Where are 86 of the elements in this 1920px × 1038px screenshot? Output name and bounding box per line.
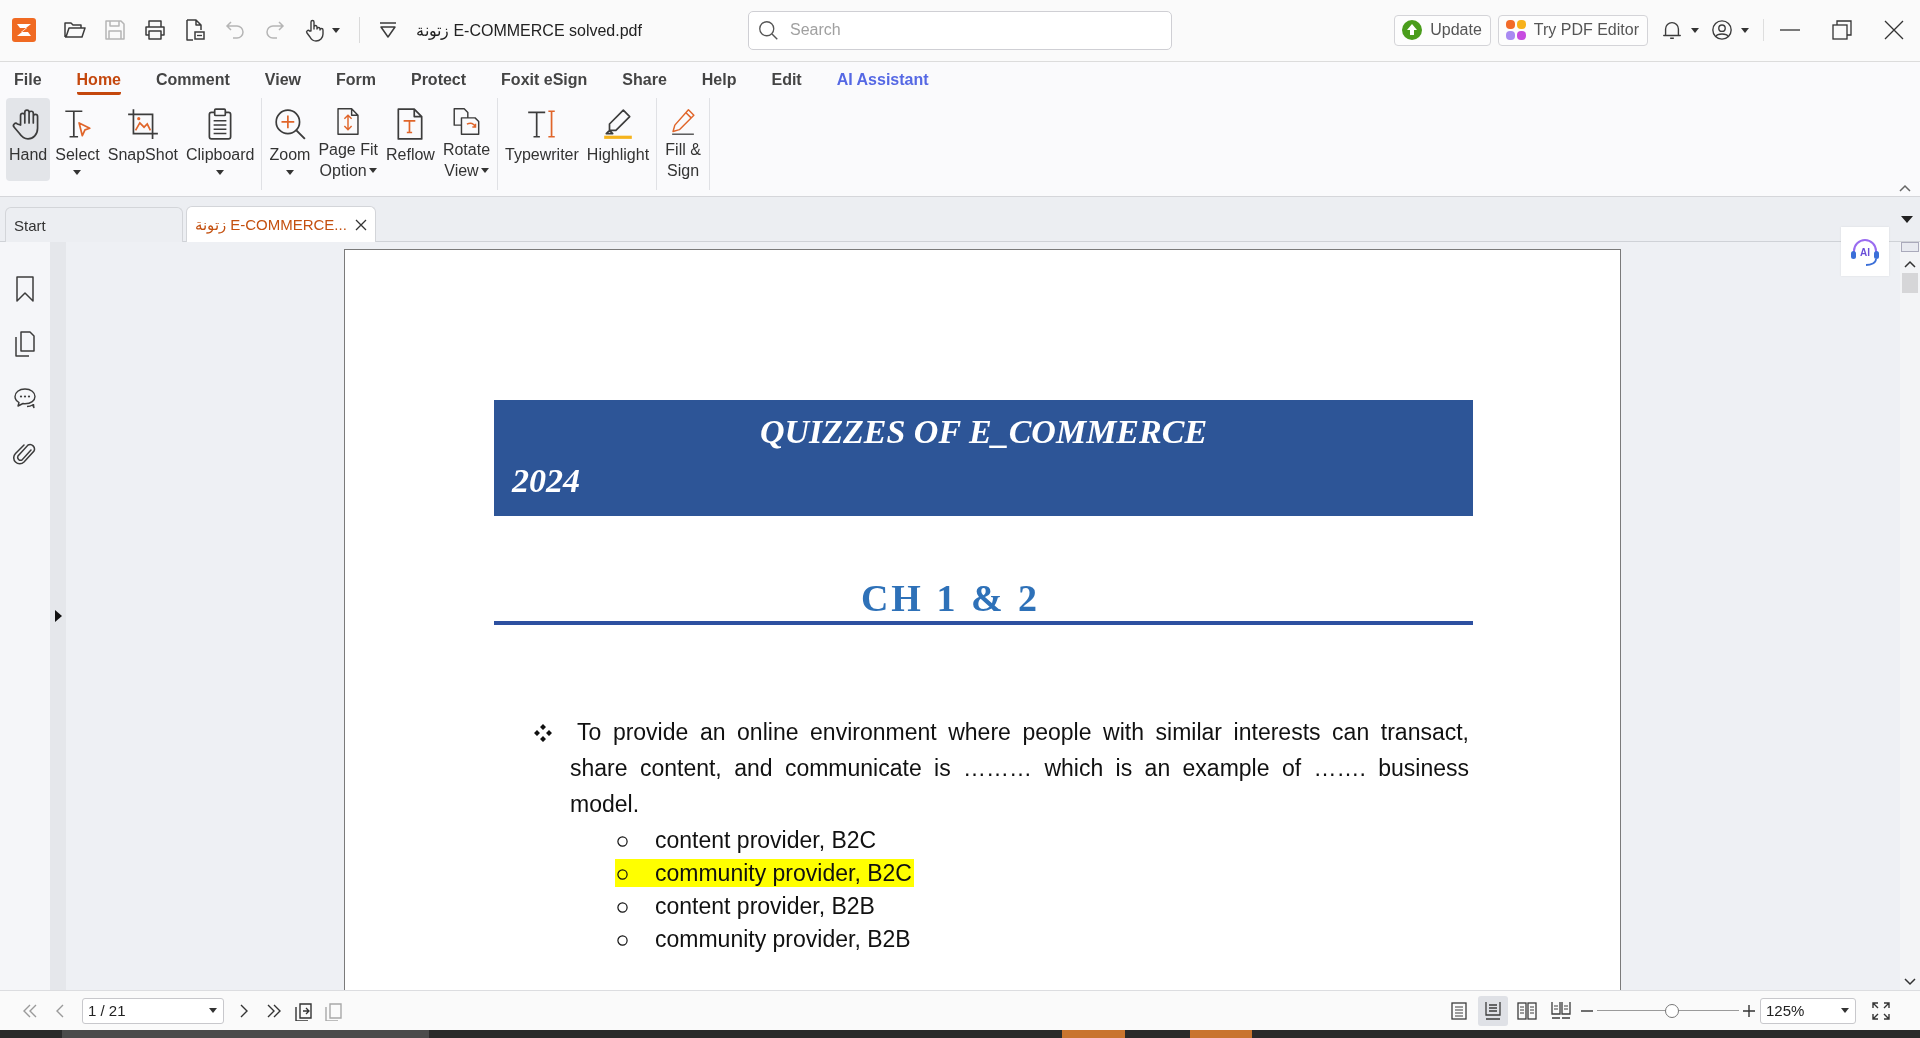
- circle-bullet-icon: [617, 868, 628, 880]
- expand-arrows-icon: [1872, 1001, 1890, 1020]
- plus-icon: [1743, 1004, 1755, 1017]
- document-tab[interactable]: Start: [5, 207, 183, 243]
- ribbon-tool-button[interactable]: Reflow: [383, 97, 438, 181]
- circle-bullet-icon: [617, 835, 628, 847]
- double-chevron-left-icon: [22, 1002, 38, 1019]
- ribbon-tool-button[interactable]: Rotate View: [439, 97, 494, 181]
- question-text: To provide an online environment where people with similar interests can transact, share content, and communicate is ……… which is an example of ……. business model.: [570, 718, 1469, 820]
- scrollbar-thumb[interactable]: [1902, 273, 1918, 294]
- document-icon: [183, 18, 207, 43]
- facing-pages-icon: [1517, 1000, 1537, 1021]
- restore-icon: [1832, 20, 1852, 41]
- headset-icon: [1849, 236, 1881, 267]
- ribbon-tool-button[interactable]: SnapShot: [104, 97, 181, 181]
- banner-year: 2024: [512, 461, 580, 502]
- menu-tab[interactable]: Form: [335, 61, 376, 95]
- try-editor-button[interactable]: Try PDF Editor: [1497, 14, 1648, 46]
- four-petal-icon: [1505, 20, 1526, 41]
- ribbon-tool-button[interactable]: Highlight: [583, 97, 653, 181]
- continuous-facing-icon: [1551, 1000, 1571, 1021]
- ai-assistant-button[interactable]: AI: [1841, 227, 1889, 276]
- scroll-up-icon[interactable]: [1904, 260, 1916, 269]
- ribbon-tool-button[interactable]: Zoom: [266, 97, 314, 181]
- menu-tab[interactable]: Help: [701, 61, 737, 95]
- document-tab[interactable]: زتونة E-COMMERCE...: [186, 206, 376, 243]
- zoom-in-icon: [272, 106, 307, 141]
- continuous-page-icon: [1483, 1000, 1503, 1021]
- zoom-slider-thumb[interactable]: [1665, 1003, 1680, 1018]
- menu-tab[interactable]: Foxit eSign: [501, 61, 588, 95]
- expand-panel-icon[interactable]: [54, 610, 62, 623]
- circle-bullet-icon: [617, 901, 628, 913]
- snapshot-icon: [125, 106, 160, 141]
- bell-icon: [1661, 19, 1683, 42]
- ribbon-tool-button[interactable]: Select: [52, 97, 103, 181]
- ribbon-tool-button[interactable]: Fill & Sign: [661, 97, 706, 181]
- zoom-field[interactable]: 125%: [1760, 997, 1856, 1024]
- caret-down-icon: [1841, 1008, 1849, 1014]
- option-text: community provider, B2B: [655, 925, 911, 953]
- user-icon: [1711, 19, 1733, 42]
- caret-down-icon: [331, 27, 340, 33]
- scroll-down-icon[interactable]: [1904, 978, 1916, 987]
- vertical-scrollbar[interactable]: [1900, 242, 1920, 991]
- page-number-field[interactable]: 1 / 21: [82, 997, 224, 1024]
- option-text: content provider, B2C: [655, 826, 877, 854]
- stacked-pages-icon: [324, 1000, 344, 1021]
- menu-tab[interactable]: Comment: [156, 61, 230, 95]
- ribbon-tool-button[interactable]: Typewriter: [502, 97, 582, 181]
- menu-tab[interactable]: Protect: [410, 61, 467, 95]
- caret-down-icon: [209, 1008, 217, 1014]
- pages-icon: [13, 331, 37, 358]
- printer-icon: [143, 18, 167, 43]
- ribbon-tool-button[interactable]: Clipboard: [183, 97, 258, 181]
- minimize-icon: [1780, 29, 1800, 32]
- split-handle[interactable]: [1901, 242, 1919, 253]
- zoom-in-button[interactable]: [1742, 1003, 1756, 1018]
- update-button[interactable]: Update: [1394, 14, 1491, 46]
- close-tab-icon[interactable]: [354, 218, 367, 231]
- caret-down-icon: [1741, 27, 1749, 33]
- menu-tab[interactable]: Share: [622, 61, 667, 95]
- caret-down-icon: [1691, 27, 1699, 33]
- ai-assistant-tab[interactable]: AI Assistant: [836, 61, 929, 95]
- view-mode-button[interactable]: [1478, 995, 1508, 1026]
- collapse-ribbon-icon[interactable]: [1899, 184, 1911, 193]
- ribbon-tool-button[interactable]: Page Fit Option: [315, 97, 381, 181]
- menu-tab[interactable]: File: [14, 61, 42, 95]
- window-title: زتونة E-COMMERCE solved.pdf: [416, 20, 642, 40]
- search-field[interactable]: Search: [748, 10, 1172, 50]
- close-icon: [1884, 20, 1904, 41]
- menu-tab[interactable]: Edit: [771, 61, 802, 95]
- diamond-bullet-icon: [534, 724, 552, 743]
- double-chevron-right-icon: [266, 1002, 282, 1019]
- banner-title: QUIZZES OF E_COMMERCE: [759, 413, 1208, 451]
- page-arrow-icon: [294, 1000, 314, 1021]
- search-icon: [758, 19, 779, 41]
- menu-tab[interactable]: View: [264, 61, 301, 95]
- app-logo-icon[interactable]: [12, 18, 36, 43]
- ribbon-tool-button[interactable]: Hand: [6, 97, 51, 181]
- circle-bullet-icon: [617, 934, 628, 946]
- option-text: content provider, B2B: [655, 892, 875, 920]
- minus-icon: [1581, 1009, 1593, 1012]
- chapter-heading: CH 1 & 2: [860, 577, 1041, 620]
- tab-list-dropdown-icon[interactable]: [1901, 216, 1913, 224]
- bookmark-icon: [13, 276, 37, 303]
- option-text: community provider, B2C: [655, 859, 912, 887]
- single-page-icon: [1449, 1000, 1469, 1021]
